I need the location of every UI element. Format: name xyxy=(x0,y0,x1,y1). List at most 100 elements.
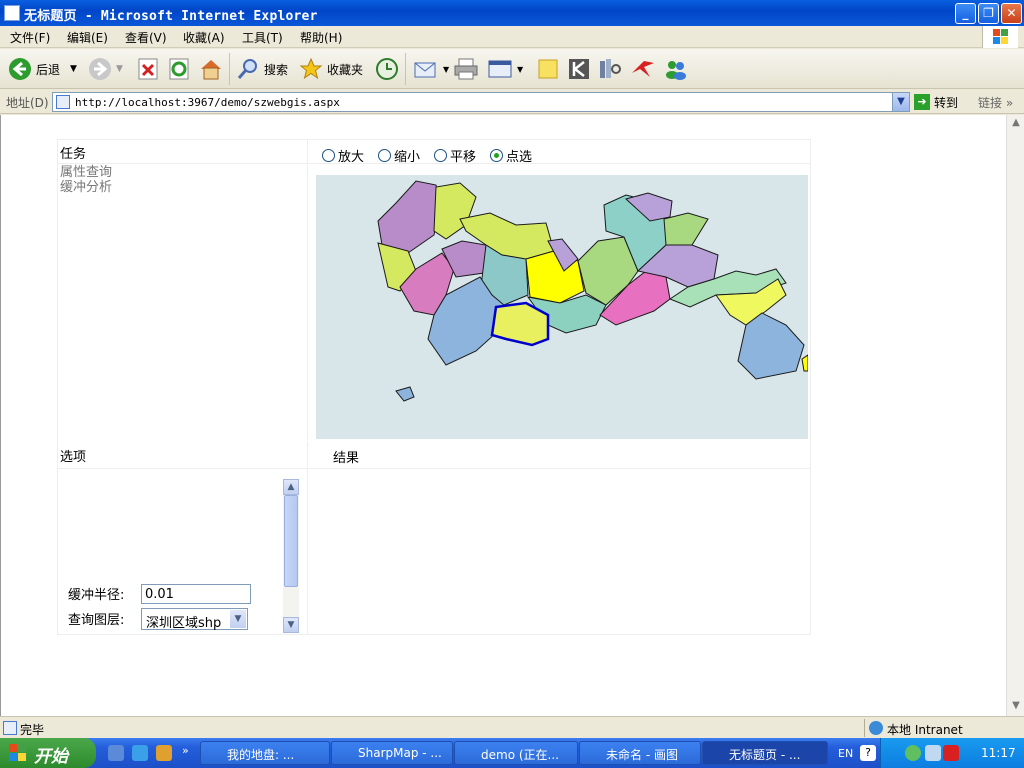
quicklaunch-desktop-icon[interactable] xyxy=(108,745,124,761)
back-button[interactable]: 后退 ▼ xyxy=(8,55,77,83)
taskbar-button-1[interactable]: 我的地盘: ... xyxy=(200,741,330,765)
links-label: 链接 xyxy=(978,96,1003,110)
tool-identify[interactable]: 点选 xyxy=(490,146,532,165)
page-scrollbar[interactable]: ▲ ▼ xyxy=(1006,115,1024,716)
windows-flag-icon xyxy=(9,744,26,761)
tool-zoom-in-label: 放大 xyxy=(338,150,365,165)
research-button[interactable] xyxy=(597,55,623,83)
taskbar-button-3[interactable]: demo (正在... xyxy=(454,741,578,765)
buffer-radius-label: 缓冲半径: xyxy=(68,588,125,603)
messenger-alt-button[interactable] xyxy=(630,55,656,83)
home-button[interactable] xyxy=(198,55,224,83)
taskbar-button-2[interactable]: SharpMap - ... xyxy=(331,741,453,765)
radio-pan[interactable] xyxy=(434,149,448,162)
task-attribute-query[interactable]: 属性查询 xyxy=(58,165,307,180)
done-page-icon xyxy=(3,721,17,735)
forward-button[interactable]: ▼ xyxy=(88,55,123,83)
task-buffer-analysis[interactable]: 缓冲分析 xyxy=(58,180,307,195)
tray-arrow-icon[interactable] xyxy=(905,745,921,761)
quicklaunch-more-icon[interactable]: » xyxy=(182,744,189,757)
map-view[interactable] xyxy=(316,175,809,439)
gis-layout: 任务 属性查询 缓冲分析 放大 缩小 平移 点选 选项 ▲ ▼ 缓冲半径: 0.… xyxy=(57,139,811,635)
star-icon xyxy=(299,57,323,80)
language-indicator[interactable]: EN xyxy=(838,747,853,760)
title-bar: 无标题页 - Microsoft Internet Explorer _ ❐ ✕ xyxy=(0,0,1024,26)
mail-icon xyxy=(414,62,436,78)
edit-button[interactable]: ▼ xyxy=(487,55,523,83)
minimize-button[interactable]: _ xyxy=(955,3,976,24)
taskbar-button-4[interactable]: 未命名 - 画图 xyxy=(579,741,701,765)
options-scroll-thumb[interactable] xyxy=(284,495,298,587)
options-scrollbar[interactable]: ▲ ▼ xyxy=(283,479,299,633)
go-button[interactable]: ➜ 转到 xyxy=(914,93,958,111)
tray-network-icon[interactable] xyxy=(925,745,941,761)
refresh-button[interactable] xyxy=(168,55,190,83)
menu-favorites[interactable]: 收藏(A) xyxy=(183,29,225,46)
address-input[interactable]: http://localhost:3967/demo/szwebgis.aspx… xyxy=(52,92,910,112)
options-scroll-up-icon[interactable]: ▲ xyxy=(283,479,299,495)
buffer-radius-input[interactable]: 0.01 xyxy=(141,584,251,604)
quicklaunch-app-icon[interactable] xyxy=(156,745,172,761)
page-icon xyxy=(56,95,70,109)
shenzhen-district-map xyxy=(316,175,809,439)
help-icon[interactable]: ? xyxy=(860,745,876,761)
close-button[interactable]: ✕ xyxy=(1001,3,1022,24)
search-label: 搜索 xyxy=(264,62,289,77)
favorites-button[interactable]: 收藏夹 xyxy=(299,55,363,83)
region-selected xyxy=(490,301,550,347)
home-icon xyxy=(201,60,221,80)
printer-icon xyxy=(454,58,478,80)
tool-zoom-out[interactable]: 缩小 xyxy=(378,146,420,165)
k-app-icon xyxy=(569,59,589,79)
note-button[interactable] xyxy=(536,55,560,83)
search-icon xyxy=(237,59,257,79)
maximize-button[interactable]: ❐ xyxy=(978,3,999,24)
chevron-down-icon[interactable]: ▼ xyxy=(230,610,246,628)
mail-button[interactable]: ▼ xyxy=(413,55,449,83)
address-dropdown-icon[interactable]: ▼ xyxy=(892,93,909,111)
options-scroll-down-icon[interactable]: ▼ xyxy=(283,617,299,633)
map-tools: 放大 缩小 平移 点选 xyxy=(322,146,532,165)
messenger-button[interactable] xyxy=(663,55,689,83)
query-layer-label: 查询图层: xyxy=(68,613,125,628)
tray-k-icon[interactable] xyxy=(943,745,959,761)
taskbar: 开始 » 我的地盘: ... SharpMap - ... demo (正在..… xyxy=(0,738,1024,768)
go-arrow-icon: ➜ xyxy=(914,94,930,110)
menu-view[interactable]: 查看(V) xyxy=(125,29,167,46)
toolbar: 后退 ▼ ▼ 搜索 收藏夹 ▼ ▼ xyxy=(0,49,1024,89)
quicklaunch-ie-icon[interactable] xyxy=(132,745,148,761)
radio-zoom-out[interactable] xyxy=(378,149,392,162)
radio-identify[interactable] xyxy=(490,149,504,162)
address-label: 地址(D) xyxy=(6,96,49,110)
ie-page-icon xyxy=(4,5,20,21)
results-header: 结果 xyxy=(309,441,811,469)
tool-zoom-in[interactable]: 放大 xyxy=(322,146,364,165)
links-button[interactable]: 链接 » xyxy=(978,94,1013,111)
status-text: 完毕 xyxy=(20,723,45,737)
search-button[interactable]: 搜索 xyxy=(236,55,288,83)
k-button[interactable] xyxy=(567,55,591,83)
back-arrow-icon xyxy=(9,58,31,80)
menu-edit[interactable]: 编辑(E) xyxy=(67,29,108,46)
menu-tools[interactable]: 工具(T) xyxy=(242,29,283,46)
radio-zoom-in[interactable] xyxy=(322,149,335,162)
scroll-up-icon[interactable]: ▲ xyxy=(1009,117,1023,131)
print-button[interactable] xyxy=(453,55,479,83)
favorites-label: 收藏夹 xyxy=(327,62,364,77)
start-button[interactable]: 开始 xyxy=(0,738,96,768)
taskbar-label-2: SharpMap - ... xyxy=(358,746,442,760)
menu-file[interactable]: 文件(F) xyxy=(10,29,50,46)
history-button[interactable] xyxy=(374,55,400,83)
security-zone: 本地 Intranet xyxy=(864,719,963,737)
query-layer-select[interactable]: 深圳区域shp ▼ xyxy=(141,608,248,631)
taskbar-button-5[interactable]: 无标题页 - ... xyxy=(702,741,828,765)
intranet-globe-icon xyxy=(869,721,883,735)
options-header: 选项 xyxy=(58,441,307,469)
sticky-note-icon xyxy=(538,59,558,79)
window-title: 无标题页 - Microsoft Internet Explorer xyxy=(24,9,318,24)
stop-button[interactable] xyxy=(137,55,159,83)
menu-help[interactable]: 帮助(H) xyxy=(300,29,342,46)
tool-zoom-out-label: 缩小 xyxy=(394,150,421,165)
tool-pan[interactable]: 平移 xyxy=(434,146,476,165)
scroll-down-icon[interactable]: ▼ xyxy=(1009,700,1023,714)
